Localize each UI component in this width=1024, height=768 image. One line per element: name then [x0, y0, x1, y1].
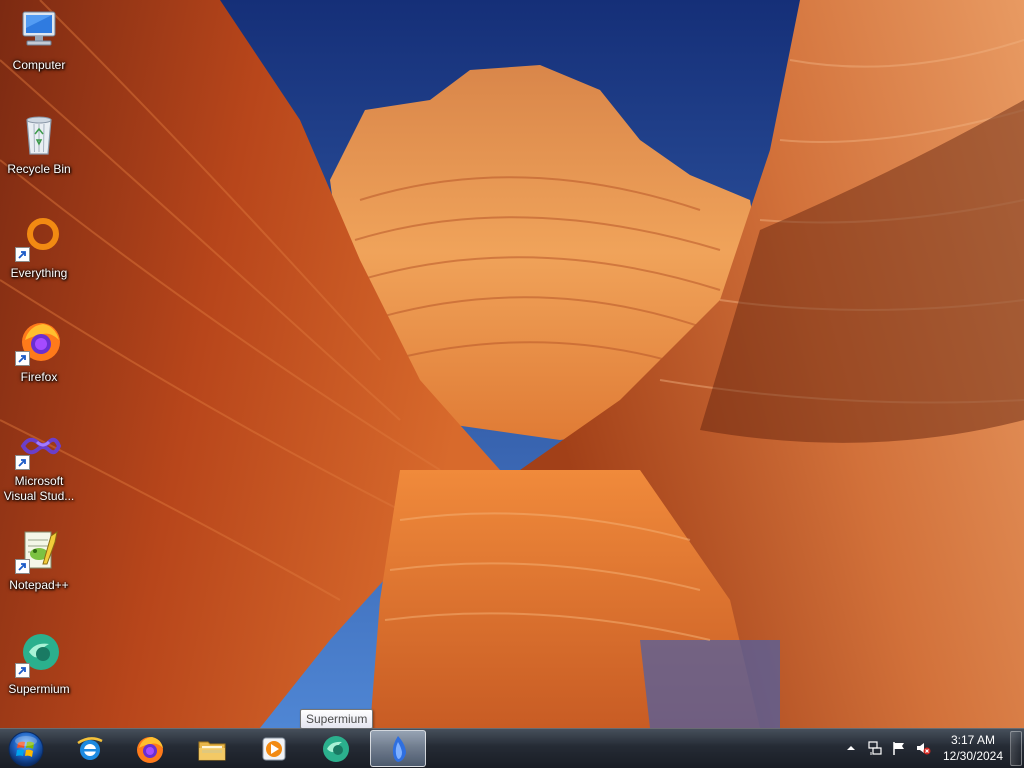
visual-studio-icon: [15, 422, 63, 470]
canyon-wallpaper: [0, 0, 1024, 728]
desktop-icon-label: Microsoft Visual Stud...: [3, 474, 75, 503]
desktop-icon-firefox[interactable]: Firefox: [2, 312, 76, 408]
desktop-icon-label: Computer: [12, 58, 66, 72]
shortcut-arrow-icon: [15, 247, 30, 262]
tray-clock[interactable]: 3:17 AM 12/30/2024: [940, 732, 1006, 764]
internet-explorer-icon: [77, 736, 103, 760]
desktop-icon-recycle-bin[interactable]: Recycle Bin: [2, 104, 76, 200]
desktop-icon-label: Firefox: [20, 370, 58, 384]
desktop-icon-supermium[interactable]: Supermium: [2, 624, 76, 720]
tray-volume[interactable]: [914, 739, 932, 757]
clock-time: 3:17 AM: [950, 733, 996, 747]
desktop-icon-everything[interactable]: Everything: [2, 208, 76, 304]
desktop-icon-notepad-plus-plus[interactable]: Notepad++: [2, 520, 76, 616]
show-desktop-button[interactable]: [1010, 731, 1022, 766]
windows-start-orb-icon: [8, 731, 44, 767]
show-hidden-icons-button[interactable]: [842, 739, 860, 757]
recycle-bin-icon: [15, 110, 63, 158]
shortcut-arrow-icon: [15, 455, 30, 470]
blue-flame-icon: [392, 735, 406, 762]
taskbar: 3:17 AM 12/30/2024: [0, 728, 1024, 768]
shortcut-arrow-icon: [15, 351, 30, 366]
action-center-flag-icon: [893, 742, 904, 755]
desktop-icon-label: Notepad++: [9, 578, 69, 592]
everything-search-icon: [15, 214, 63, 262]
taskbar-media-player[interactable]: [246, 730, 302, 767]
media-player-icon: [262, 737, 286, 760]
start-button[interactable]: [6, 730, 46, 768]
taskbar-tooltip: Supermium: [300, 709, 374, 729]
network-icon: [868, 741, 882, 755]
volume-muted-icon: [917, 743, 931, 755]
folder-icon: [198, 741, 226, 760]
firefox-icon: [15, 318, 63, 366]
show-hidden-icons-icon: [847, 746, 855, 750]
shortcut-arrow-icon: [15, 663, 30, 678]
desktop: Computer Recycle Bin Everything Firefox …: [0, 0, 1024, 728]
supermium-icon: [15, 630, 63, 678]
clock-date: 12/30/2024: [942, 749, 1004, 763]
computer-icon: [15, 6, 63, 54]
taskbar-file-explorer[interactable]: [184, 730, 240, 767]
desktop-icon-label: Recycle Bin: [7, 162, 71, 176]
notepad-plus-plus-icon: [15, 526, 63, 574]
taskbar-firefox[interactable]: [122, 730, 178, 767]
desktop-icon-visual-studio[interactable]: Microsoft Visual Stud...: [2, 416, 76, 512]
tray-action-center[interactable]: [890, 739, 908, 757]
desktop-icon-label: Supermium: [8, 682, 70, 696]
taskbar-internet-explorer[interactable]: [62, 730, 118, 767]
desktop-icon-computer[interactable]: Computer: [2, 0, 76, 96]
tray-network[interactable]: [866, 739, 884, 757]
shortcut-arrow-icon: [15, 559, 30, 574]
supermium-icon: [323, 735, 349, 762]
taskbar-supermium[interactable]: [308, 730, 364, 767]
desktop-icon-label: Everything: [10, 266, 68, 280]
firefox-icon: [137, 736, 163, 763]
taskbar-active-app[interactable]: [370, 730, 426, 767]
